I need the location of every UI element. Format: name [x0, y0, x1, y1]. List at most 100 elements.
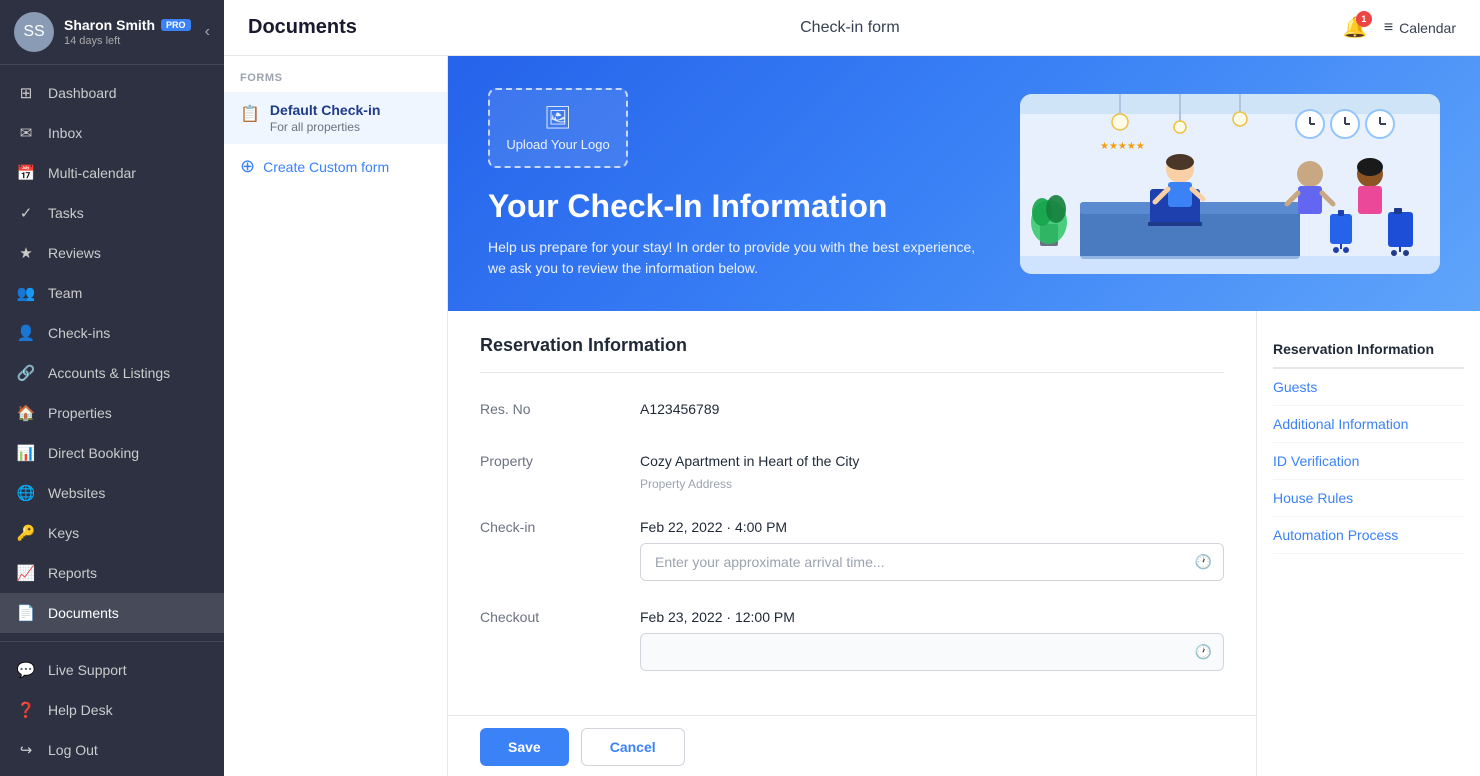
sidebar-item-reviews[interactable]: ★ Reviews: [0, 233, 224, 273]
calendar-button[interactable]: ≡ Calendar: [1384, 19, 1456, 37]
right-sidebar-id-verification[interactable]: ID Verification: [1273, 443, 1464, 480]
create-form-label: Create Custom form: [263, 159, 389, 175]
departure-time-input[interactable]: [640, 633, 1224, 671]
cancel-button[interactable]: Cancel: [581, 728, 685, 766]
property-row: Property Cozy Apartment in Heart of the …: [480, 445, 1224, 491]
hero-banner: 🖼 Upload Your Logo Your Check-In Informa…: [448, 56, 1480, 311]
sidebar: SS Sharon Smith PRO 14 days left ‹ ⊞ Das…: [0, 0, 224, 776]
form-item-icon: 📋: [240, 104, 260, 124]
sidebar-user-profile[interactable]: SS Sharon Smith PRO 14 days left ‹: [0, 0, 224, 65]
sidebar-item-team[interactable]: 👥 Team: [0, 273, 224, 313]
sidebar-item-label: Websites: [48, 485, 105, 501]
checkout-row: Checkout Feb 23, 2022 · 12:00 PM 🕐: [480, 601, 1224, 671]
reviews-icon: ★: [16, 243, 36, 263]
sidebar-item-reports[interactable]: 📈 Reports: [0, 553, 224, 593]
sidebar-item-label: Documents: [48, 605, 119, 621]
sidebar-item-inbox[interactable]: ✉ Inbox: [0, 113, 224, 153]
sidebar-item-accounts-listings[interactable]: 🔗 Accounts & Listings: [0, 353, 224, 393]
reservation-section-title: Reservation Information: [480, 335, 1224, 356]
checkins-icon: 👤: [16, 323, 36, 343]
create-form-icon: ⊕: [240, 156, 255, 177]
sidebar-collapse-icon[interactable]: ‹: [205, 23, 210, 41]
sidebar-item-help-desk[interactable]: ❓ Help Desk: [0, 690, 224, 730]
calendar-label: Calendar: [1399, 20, 1456, 36]
direct-booking-icon: 📊: [16, 443, 36, 463]
property-address: Property Address: [640, 477, 1224, 491]
sidebar-item-live-support[interactable]: 💬 Live Support: [0, 650, 224, 690]
forms-section-label: FORMS: [224, 72, 447, 92]
sidebar-item-tasks[interactable]: ✓ Tasks: [0, 193, 224, 233]
logo-upload-text: Upload Your Logo: [506, 137, 609, 152]
sidebar-item-check-ins[interactable]: 👤 Check-ins: [0, 313, 224, 353]
form-item-sub: For all properties: [270, 120, 431, 134]
res-no-value: A123456789: [640, 393, 1224, 425]
sidebar-item-properties[interactable]: 🏠 Properties: [0, 393, 224, 433]
page-title: Documents: [248, 16, 357, 39]
arrival-time-input[interactable]: [640, 543, 1224, 581]
right-sidebar-additional-info[interactable]: Additional Information: [1273, 406, 1464, 443]
tasks-icon: ✓: [16, 203, 36, 223]
sidebar-item-direct-booking[interactable]: 📊 Direct Booking: [0, 433, 224, 473]
bottom-action-bar: Save Cancel: [448, 715, 1256, 776]
help-desk-icon: ❓: [16, 700, 36, 720]
sidebar-item-label: Log Out: [48, 742, 98, 758]
main-content: Documents Check-in form 🔔 1 ≡ Calendar F…: [224, 0, 1480, 776]
user-name: Sharon Smith: [64, 17, 155, 33]
sidebar-item-label: Inbox: [48, 125, 82, 141]
form-title: Check-in form: [800, 19, 900, 37]
documents-icon: 📄: [16, 603, 36, 623]
inbox-icon: ✉: [16, 123, 36, 143]
avatar: SS: [14, 12, 54, 52]
clock-icon: 🕐: [1195, 554, 1212, 571]
log-out-icon: ↪: [16, 740, 36, 760]
sidebar-item-label: Team: [48, 285, 82, 301]
section-divider: [480, 372, 1224, 373]
reports-icon: 📈: [16, 563, 36, 583]
content-area: FORMS 📋 Default Check-in For all propert…: [224, 56, 1480, 776]
sidebar-item-multi-calendar[interactable]: 📅 Multi-calendar: [0, 153, 224, 193]
sidebar-item-label: Reviews: [48, 245, 101, 261]
keys-icon: 🔑: [16, 523, 36, 543]
right-sidebar-house-rules[interactable]: House Rules: [1273, 480, 1464, 517]
svg-text:★★★★★: ★★★★★: [1100, 141, 1145, 152]
default-check-in-item[interactable]: 📋 Default Check-in For all properties: [224, 92, 447, 144]
reservation-form: Reservation Information Res. No A1234567…: [448, 311, 1256, 715]
image-upload-icon: 🖼: [544, 105, 572, 131]
websites-icon: 🌐: [16, 483, 36, 503]
days-left: 14 days left: [64, 35, 205, 47]
dashboard-icon: ⊞: [16, 83, 36, 103]
calendar-nav-icon: ≡: [1384, 19, 1393, 37]
sidebar-item-keys[interactable]: 🔑 Keys: [0, 513, 224, 553]
check-in-row: Check-in Feb 22, 2022 · 4:00 PM 🕐: [480, 511, 1224, 581]
hero-illustration: ★★★★★: [1020, 94, 1440, 274]
sidebar-item-label: Check-ins: [48, 325, 110, 341]
sidebar-item-label: Live Support: [48, 662, 127, 678]
res-no-row: Res. No A123456789: [480, 393, 1224, 425]
right-sidebar-reservation-info: Reservation Information: [1273, 331, 1464, 369]
team-icon: 👥: [16, 283, 36, 303]
checkout-label: Checkout: [480, 601, 640, 671]
logo-upload-box[interactable]: 🖼 Upload Your Logo: [488, 88, 628, 168]
sidebar-item-label: Keys: [48, 525, 79, 541]
sidebar-item-label: Dashboard: [48, 85, 117, 101]
form-body: Reservation Information Res. No A1234567…: [448, 311, 1480, 776]
hero-description: Help us prepare for your stay! In order …: [488, 237, 988, 279]
topbar: Documents Check-in form 🔔 1 ≡ Calendar: [224, 0, 1480, 56]
properties-icon: 🏠: [16, 403, 36, 423]
res-no-label: Res. No: [480, 393, 640, 425]
pro-badge: PRO: [161, 19, 191, 31]
check-in-label: Check-in: [480, 511, 640, 581]
sidebar-item-log-out[interactable]: ↪ Log Out: [0, 730, 224, 770]
form-item-name: Default Check-in: [270, 102, 431, 118]
right-sidebar-guests[interactable]: Guests: [1273, 369, 1464, 406]
create-custom-form-button[interactable]: ⊕ Create Custom form: [224, 144, 447, 189]
right-sidebar-automation-process[interactable]: Automation Process: [1273, 517, 1464, 554]
sidebar-item-label: Tasks: [48, 205, 84, 221]
clock-icon-checkout: 🕐: [1195, 644, 1212, 661]
sidebar-item-websites[interactable]: 🌐 Websites: [0, 473, 224, 513]
sidebar-item-documents[interactable]: 📄 Documents: [0, 593, 224, 633]
save-button[interactable]: Save: [480, 728, 569, 766]
check-in-value: Feb 22, 2022 · 4:00 PM: [640, 511, 1224, 543]
sidebar-item-dashboard[interactable]: ⊞ Dashboard: [0, 73, 224, 113]
notification-bell[interactable]: 🔔 1: [1343, 15, 1368, 40]
